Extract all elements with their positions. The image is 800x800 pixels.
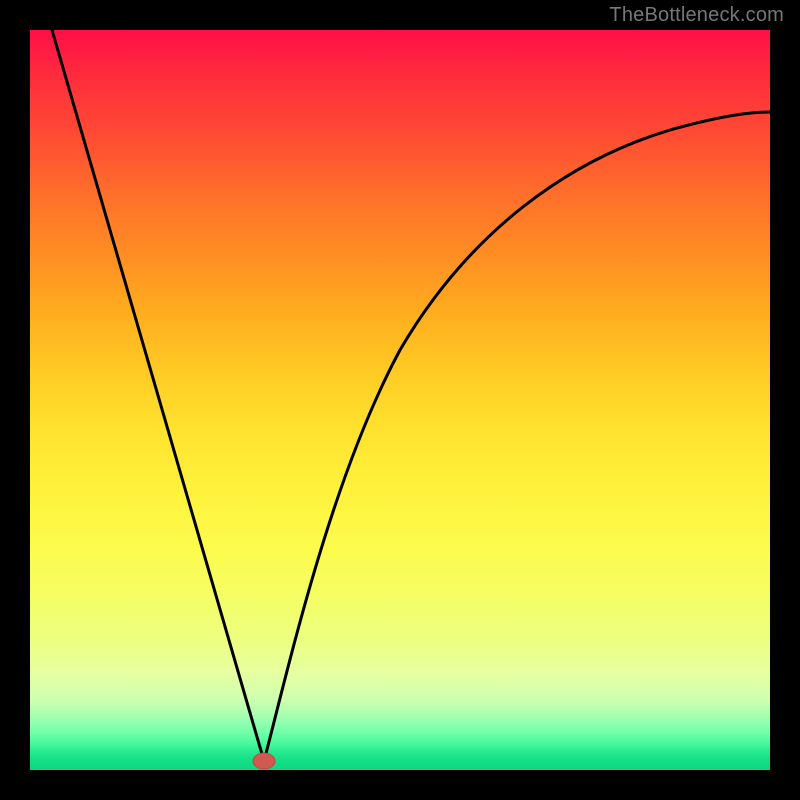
curve-left-branch [52, 30, 264, 761]
chart-frame: TheBottleneck.com [0, 0, 800, 800]
min-marker [253, 753, 275, 769]
curve-layer [30, 30, 770, 770]
plot-area [30, 30, 770, 770]
watermark-text: TheBottleneck.com [609, 4, 784, 27]
curve-right-branch [264, 112, 770, 761]
